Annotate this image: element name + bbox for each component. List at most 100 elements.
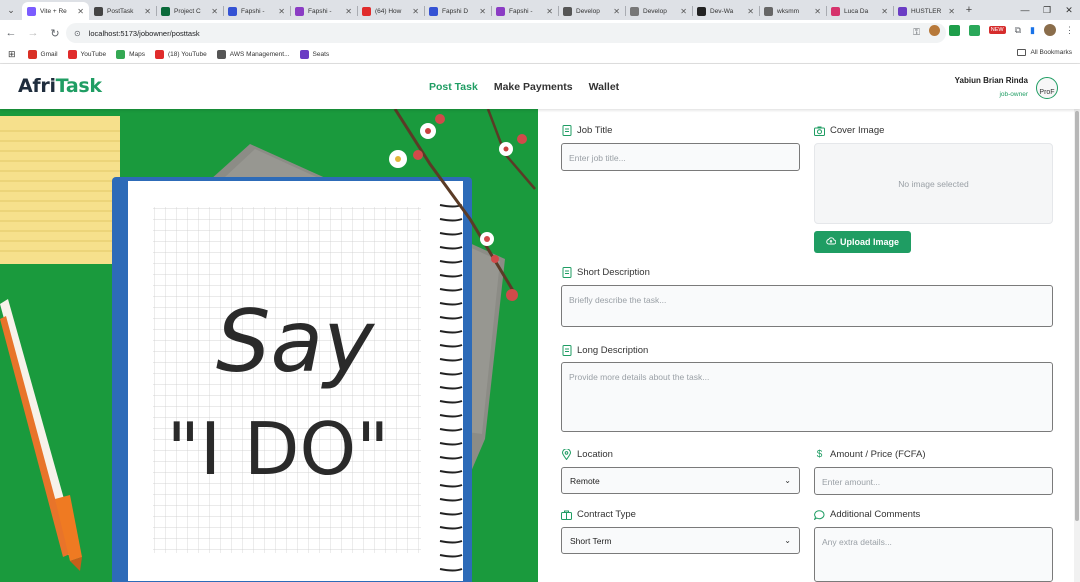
- tab-favicon-icon: [429, 6, 438, 16]
- nav-wallet[interactable]: Wallet: [589, 81, 620, 93]
- back-icon[interactable]: ←: [0, 27, 22, 39]
- tab-close-icon[interactable]: ✕: [211, 7, 218, 16]
- browser-tab[interactable]: Fapshi - ✕: [290, 2, 357, 20]
- browser-tab[interactable]: Fapshi D ✕: [424, 2, 491, 20]
- location-select[interactable]: Remote ⌄: [561, 467, 800, 494]
- tab-close-icon[interactable]: ✕: [77, 7, 84, 16]
- bookmark-item[interactable]: Gmail: [27, 50, 58, 59]
- extension-flag-icon[interactable]: [968, 24, 980, 36]
- nav-make-payments[interactable]: Make Payments: [494, 81, 573, 93]
- bookmark-label: Gmail: [40, 51, 58, 58]
- sidebar-icon[interactable]: ▮: [1030, 25, 1035, 36]
- apps-grid-icon[interactable]: ⊞: [8, 49, 16, 60]
- speech-bubble-icon: [814, 509, 825, 520]
- browser-tab[interactable]: Develop ✕: [558, 2, 625, 20]
- tab-favicon-icon: [563, 6, 572, 16]
- bookmark-item[interactable]: AWS Management...: [216, 50, 290, 59]
- contract-type-selected-value: Short Term: [570, 535, 612, 546]
- bookmark-item[interactable]: Maps: [116, 50, 145, 59]
- forward-icon[interactable]: →: [22, 27, 44, 39]
- hero-image: Say "I DO": [0, 109, 538, 582]
- tab-close-icon[interactable]: ✕: [345, 7, 352, 16]
- scrollbar-thumb[interactable]: [1075, 111, 1079, 521]
- browser-tab[interactable]: PostTask ✕: [89, 2, 156, 20]
- comments-label: Additional Comments: [814, 509, 920, 520]
- all-bookmarks-button[interactable]: All Bookmarks: [1017, 49, 1072, 56]
- document-icon: [561, 125, 572, 136]
- address-bar[interactable]: ⊙ localhost:5173/jobowner/posttask ⚿ ☆: [66, 23, 946, 43]
- browser-tab[interactable]: HUSTLER ✕: [893, 2, 960, 20]
- job-title-input[interactable]: Enter job title...: [561, 143, 800, 171]
- bookmark-item[interactable]: Seats: [299, 50, 330, 59]
- bookmark-favicon-icon: [299, 50, 309, 59]
- reload-icon[interactable]: ↻: [44, 27, 66, 40]
- browser-tab[interactable]: Luca Da ✕: [826, 2, 893, 20]
- tab-title: wksmm: [777, 7, 800, 15]
- profile-icon[interactable]: [1044, 24, 1056, 36]
- bookmark-item[interactable]: YouTube: [67, 50, 106, 59]
- tab-title: Luca Da: [844, 7, 869, 15]
- logo[interactable]: AfriTask: [18, 75, 102, 97]
- tab-close-icon[interactable]: ✕: [814, 7, 821, 16]
- tab-close-icon[interactable]: ✕: [948, 7, 955, 16]
- amount-input[interactable]: Enter amount...: [814, 467, 1053, 495]
- tab-close-icon[interactable]: ✕: [278, 7, 285, 16]
- briefcase-icon: [561, 509, 572, 520]
- short-description-label: Short Description: [561, 267, 650, 278]
- comments-placeholder: Any extra details...: [822, 537, 892, 547]
- amount-placeholder: Enter amount...: [822, 477, 881, 487]
- tab-close-icon[interactable]: ✕: [747, 7, 754, 16]
- camera-icon: [814, 125, 825, 136]
- bookmark-label: Seats: [312, 51, 330, 58]
- extension-check-icon[interactable]: [948, 24, 960, 36]
- cover-image-label: Cover Image: [814, 125, 884, 136]
- tab-close-icon[interactable]: ✕: [546, 7, 553, 16]
- browser-tab[interactable]: (64) How ✕: [357, 2, 424, 20]
- user-info[interactable]: Yabiun Brian Rinda job-owner: [955, 76, 1028, 98]
- upload-image-label: Upload Image: [839, 237, 899, 247]
- browser-tab[interactable]: Fapshi - ✕: [491, 2, 558, 20]
- browser-tab[interactable]: Vite + Re ✕: [22, 2, 89, 20]
- new-badge[interactable]: NEW: [988, 26, 1006, 34]
- contract-type-select[interactable]: Short Term ⌄: [561, 527, 800, 554]
- comments-textarea[interactable]: Any extra details...: [814, 527, 1053, 582]
- browser-tab[interactable]: Develop ✕: [625, 2, 692, 20]
- bookmark-item[interactable]: (18) YouTube: [154, 50, 207, 59]
- nav-post-task[interactable]: Post Task: [429, 81, 478, 93]
- tab-title: Fapshi -: [241, 7, 265, 15]
- browser-tab[interactable]: Project C ✕: [156, 2, 223, 20]
- extension-cookie-icon[interactable]: [928, 24, 940, 36]
- tab-favicon-icon: [697, 6, 706, 16]
- maximize-icon[interactable]: ❐: [1036, 0, 1058, 20]
- menu-kebab-icon[interactable]: ⋮: [1065, 25, 1074, 36]
- tab-search-icon[interactable]: ⌄: [0, 0, 22, 20]
- main-nav: Post Task Make Payments Wallet: [429, 81, 619, 93]
- tab-title: Develop: [576, 7, 600, 15]
- tab-close-icon[interactable]: ✕: [613, 7, 620, 16]
- tab-title: (64) How: [375, 7, 402, 15]
- tab-close-icon[interactable]: ✕: [412, 7, 419, 16]
- page-scrollbar[interactable]: [1074, 109, 1080, 582]
- extensions-puzzle-icon[interactable]: ⧉: [1015, 25, 1021, 36]
- site-info-icon[interactable]: ⊙: [74, 29, 81, 38]
- tab-close-icon[interactable]: ✕: [479, 7, 486, 16]
- cover-image-preview: No image selected: [814, 143, 1053, 224]
- bookmark-label: (18) YouTube: [167, 51, 207, 58]
- browser-tab[interactable]: Fapshi - ✕: [223, 2, 290, 20]
- password-key-icon[interactable]: ⚿: [913, 27, 920, 38]
- new-tab-button[interactable]: +: [960, 4, 978, 16]
- browser-tab[interactable]: Dev-Wa ✕: [692, 2, 759, 20]
- notebook-illustration: Say "I DO": [0, 109, 538, 582]
- browser-tab[interactable]: wksmm ✕: [759, 2, 826, 20]
- short-description-textarea[interactable]: Briefly describe the task...: [561, 285, 1053, 327]
- minimize-icon[interactable]: —: [1014, 0, 1036, 20]
- close-window-icon[interactable]: ✕: [1058, 0, 1080, 20]
- upload-image-button[interactable]: Upload Image: [814, 231, 911, 253]
- tab-close-icon[interactable]: ✕: [680, 7, 687, 16]
- tab-close-icon[interactable]: ✕: [144, 7, 151, 16]
- avatar[interactable]: ProF: [1036, 77, 1058, 99]
- tab-close-icon[interactable]: ✕: [881, 7, 888, 16]
- amount-label: $ Amount / Price (FCFA): [814, 449, 926, 460]
- long-description-textarea[interactable]: Provide more details about the task...: [561, 362, 1053, 432]
- long-description-label-text: Long Description: [577, 345, 649, 356]
